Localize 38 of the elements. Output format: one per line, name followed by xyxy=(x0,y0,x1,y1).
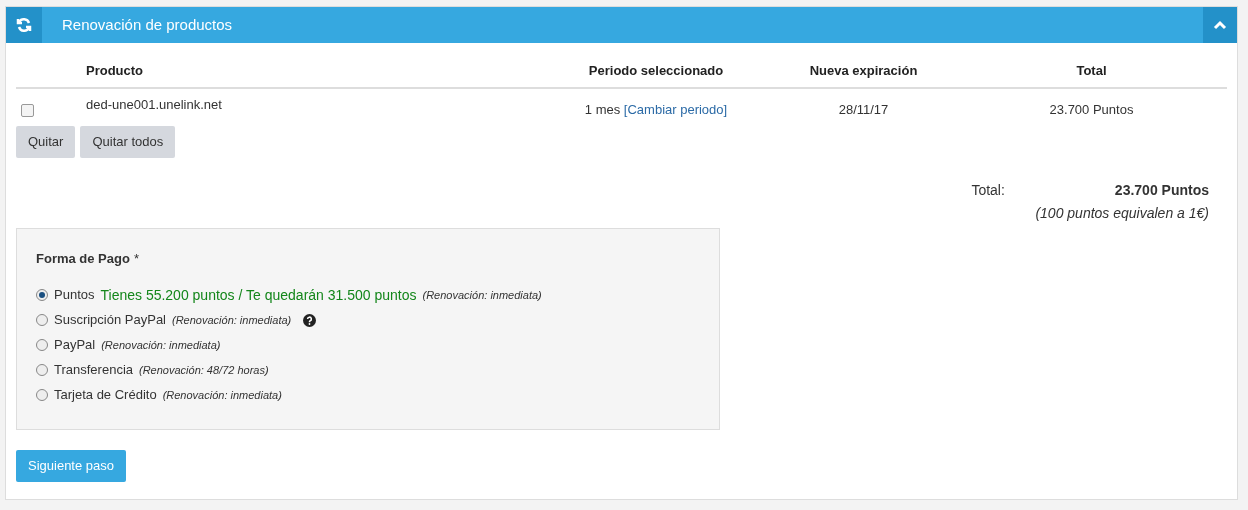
column-header: Periodo seleccionado xyxy=(587,61,725,80)
table-cell-text: 23.700 Puntos xyxy=(1048,101,1135,120)
conversion-note: (100 puntos equivalen a 1€) xyxy=(1035,204,1209,223)
chevron-icon xyxy=(1213,20,1227,30)
points-balance: Tienes 55.200 puntos / Te quedarán 31.500 puntos xyxy=(100,285,417,305)
change-period-link[interactable]: [Cambiar periodo] xyxy=(623,102,728,118)
help-icon[interactable] xyxy=(303,313,317,327)
table-cell-text: 28/11/17 xyxy=(837,101,890,120)
total-value: 23.700 Puntos xyxy=(1114,181,1209,200)
remove-button[interactable]: Quitar todos xyxy=(80,126,176,158)
panel-title: Renovación de productos xyxy=(62,14,234,35)
renewal-note: (Renovación: inmediata) xyxy=(162,387,282,403)
table-cell-text: ded-une001.unelink.net xyxy=(86,96,223,114)
option-label: Suscripción PayPal xyxy=(54,311,166,330)
radio-button[interactable] xyxy=(36,289,48,301)
payment-title: Forma de Pago xyxy=(36,250,130,268)
column-header: Nueva expiración xyxy=(808,61,919,80)
collapse-toggle[interactable] xyxy=(1203,7,1237,43)
option-label: Tarjeta de Crédito xyxy=(54,386,157,405)
option-label: Transferencia xyxy=(54,361,133,380)
required-mark: * xyxy=(133,250,139,268)
remove-button[interactable]: Quitar xyxy=(16,126,76,158)
table-cell: 1 mes xyxy=(584,102,621,118)
renewal-note: (Renovación: inmediata) xyxy=(422,287,542,303)
renewal-note: (Renovación: inmediata) xyxy=(101,337,221,353)
option-label: Puntos xyxy=(54,286,95,305)
renewal-note: (Renovación: 48/72 horas) xyxy=(139,362,269,378)
column-header: Producto xyxy=(86,61,145,80)
refresh-icon xyxy=(16,17,32,33)
column-header: Total xyxy=(1075,61,1108,80)
radio-button[interactable] xyxy=(36,389,48,401)
row-checkbox[interactable] xyxy=(21,104,34,118)
radio-button[interactable] xyxy=(36,339,48,351)
radio-button[interactable] xyxy=(36,364,48,376)
renewal-note: (Renovación: inmediata) xyxy=(172,312,292,328)
option-label: PayPal xyxy=(54,336,96,355)
total-label: Total: xyxy=(971,181,1005,200)
radio-button[interactable] xyxy=(36,314,48,326)
